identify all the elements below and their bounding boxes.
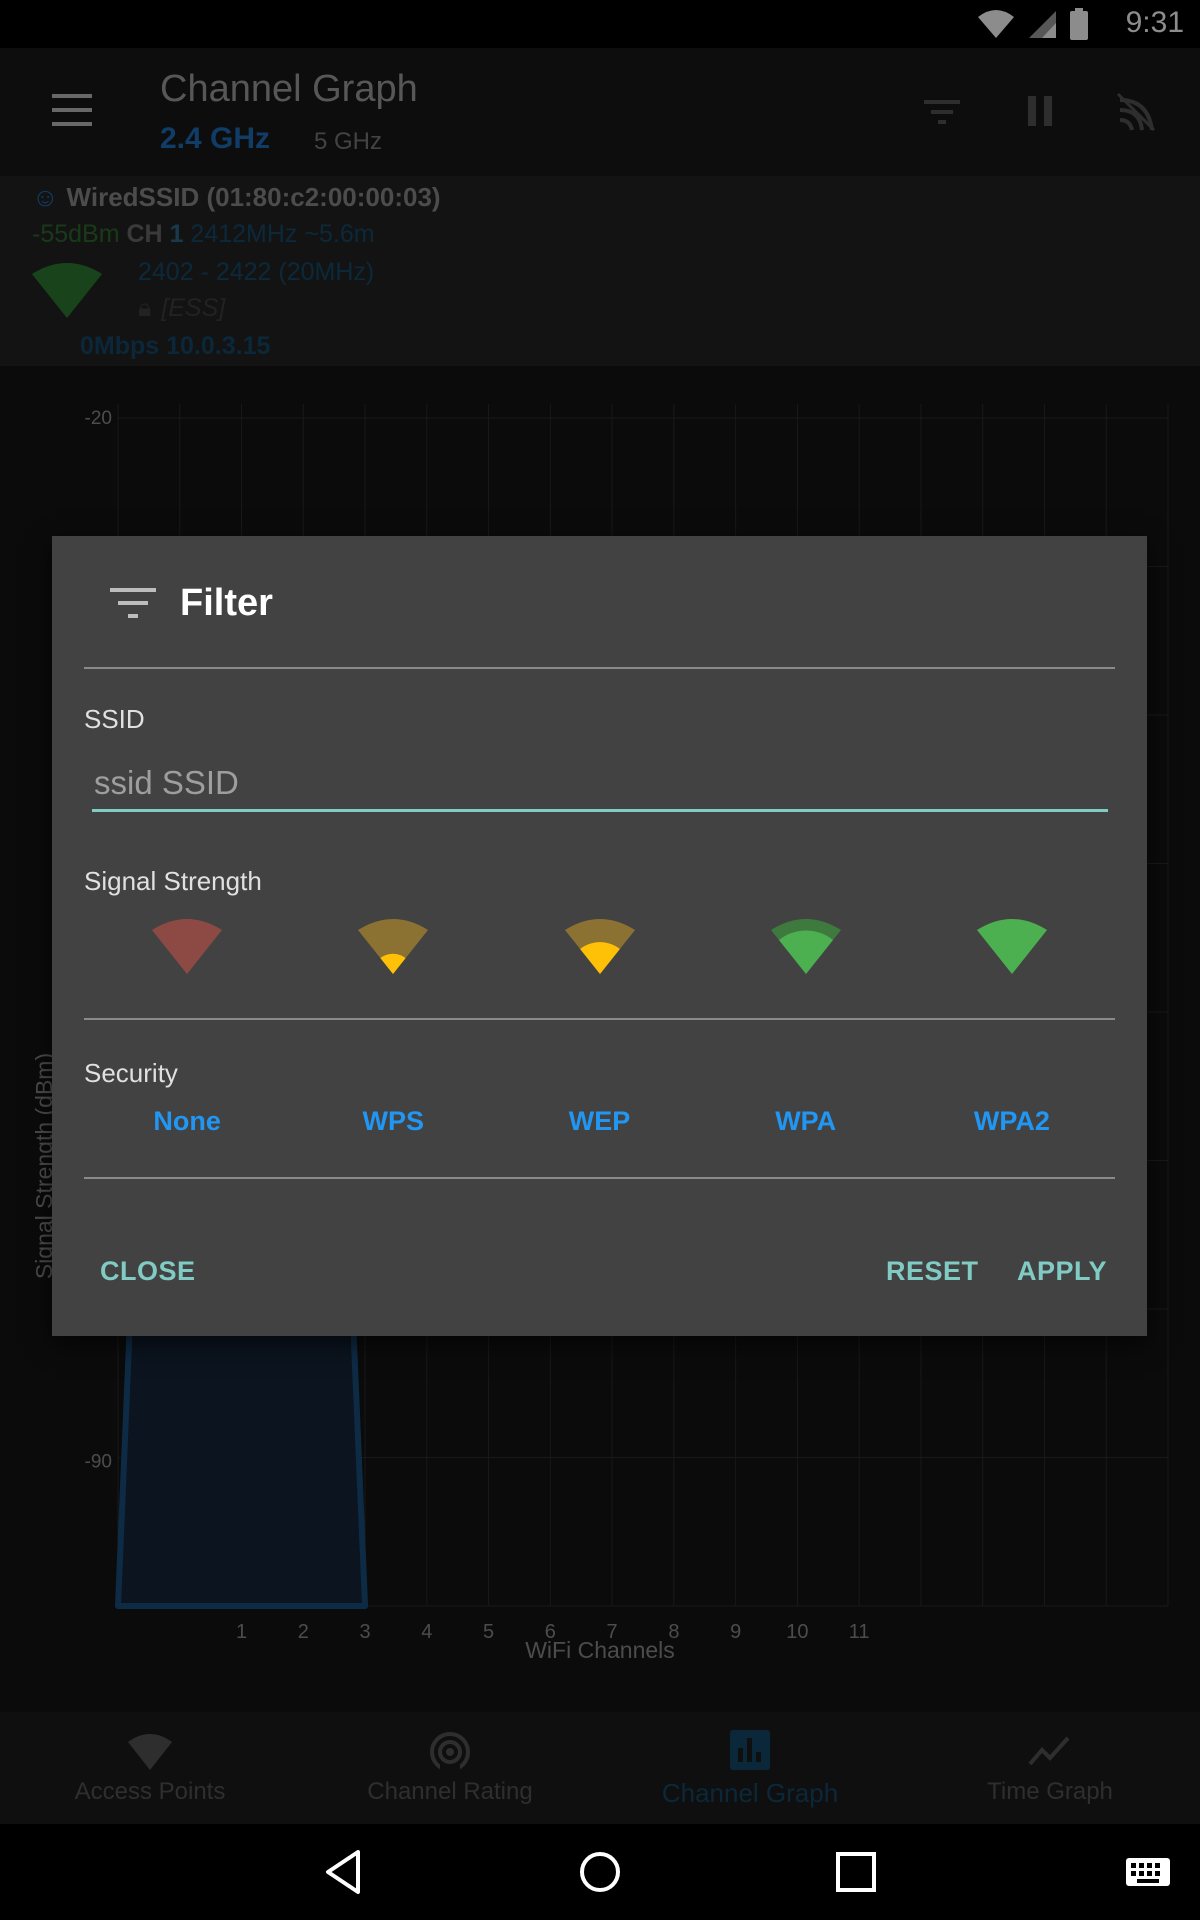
ssid-label: SSID [84,704,145,734]
signal-strength-label: Signal Strength [84,866,262,896]
apply-button[interactable]: APPLY [1017,1256,1107,1287]
reset-button[interactable]: RESET [886,1256,979,1287]
security-label: Security [84,1058,178,1088]
keyboard-icon[interactable] [1122,1846,1174,1898]
signal-strength-options [84,916,1115,976]
signal-level-3-icon[interactable] [768,916,844,976]
dialog-title: Filter [180,582,273,624]
security-options: None WPS WEP WPA WPA2 [84,1106,1115,1146]
system-navigation-bar [0,1824,1200,1920]
ssid-input[interactable] [92,756,1108,812]
divider [84,1177,1115,1179]
security-option-wep[interactable]: WEP [520,1106,680,1137]
filter-icon [110,588,156,618]
security-option-wpa2[interactable]: WPA2 [932,1106,1092,1137]
security-option-wps[interactable]: WPS [313,1106,473,1137]
filter-dialog: Filter SSID Signal Strength Security Non… [52,536,1147,1336]
close-button[interactable]: CLOSE [100,1256,196,1287]
recents-icon[interactable] [830,1846,882,1898]
home-icon[interactable] [574,1846,626,1898]
signal-level-4-icon[interactable] [974,916,1050,976]
signal-level-0-icon[interactable] [149,916,225,976]
signal-level-1-icon[interactable] [355,916,431,976]
divider [84,667,1115,669]
back-icon[interactable] [318,1846,370,1898]
signal-level-2-icon[interactable] [562,916,638,976]
security-option-none[interactable]: None [107,1106,267,1137]
security-option-wpa[interactable]: WPA [726,1106,886,1137]
divider [84,1018,1115,1020]
